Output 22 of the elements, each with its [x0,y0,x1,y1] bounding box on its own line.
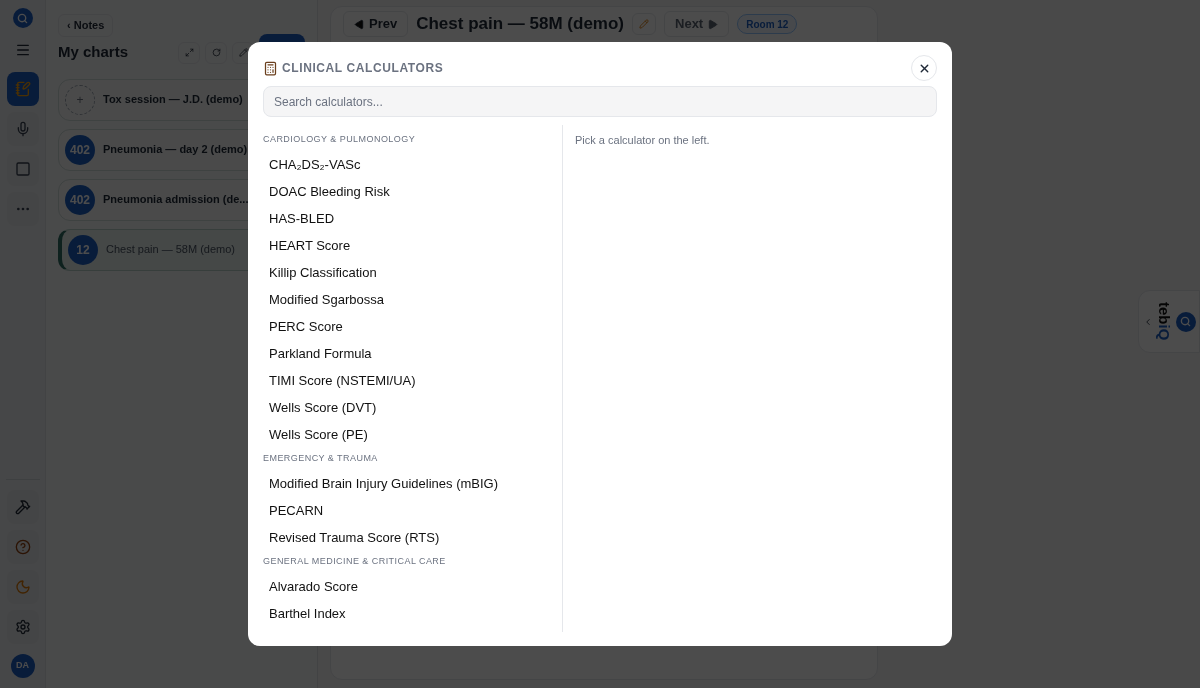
empty-hint: Pick a calculator on the left. [575,134,710,146]
calculator-item[interactable]: Parkland Formula [263,340,554,367]
category-heading: GENERAL MEDICINE & CRITICAL CARE [263,555,447,569]
brand-wordmark: tebiQ [1156,302,1172,341]
dialog-title: CLINICAL CALCULATORS [282,60,444,77]
category-heading: EMERGENCY & TRAUMA [263,452,379,466]
calculator-item[interactable]: Wells Score (DVT) [263,394,554,421]
chart-title: Pneumonia — day 2 (demo) [103,142,248,158]
calculator-item[interactable]: TIMI Score (NSTEMI/UA) [263,367,554,394]
chart-heading: Chest pain — 58M (demo) [416,13,624,36]
calculator-item[interactable]: PERC Score [263,313,554,340]
calculator-item[interactable]: Modified Sgarbossa [263,286,554,313]
chart-title: Pneumonia admission (de... [103,192,249,208]
search-field[interactable]: Search calculators... [263,86,937,117]
calculator-item[interactable]: Modified Brain Injury Guidelines (mBIG) [263,470,554,497]
calculator-item[interactable]: PECARN [263,497,554,524]
calculator-item[interactable]: Wells Score (PE) [263,421,554,448]
calculator-item[interactable]: Alvarado Score [263,573,554,600]
sidebar-title: My charts [58,42,129,63]
chart-title: Tox session — J.D. (demo) [103,92,243,108]
calculator-item[interactable]: Barthel Index [263,600,554,627]
calculator-item[interactable]: Revised Trauma Score (RTS) [263,524,554,551]
